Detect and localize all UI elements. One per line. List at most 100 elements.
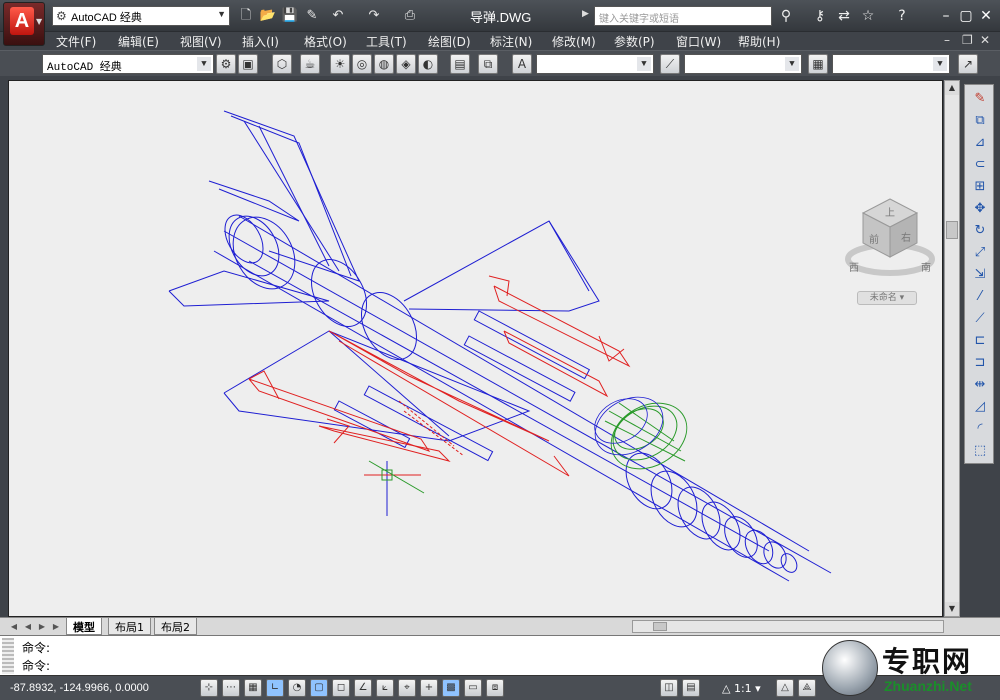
break-at-point-icon[interactable]: ⊏ [970,331,990,351]
drawing-canvas[interactable]: 上 前 右 西 南 未命名 ▾ [8,80,943,617]
polar-tracking-icon[interactable]: ◔ [288,679,306,697]
redo-icon[interactable]: ↷ [364,6,384,26]
viewcube-face-right[interactable]: 右 [901,229,911,244]
quick-properties-icon[interactable]: ▭ [464,679,482,697]
menu-insert[interactable]: 插入(I) [242,33,279,50]
auto-scale-icon[interactable]: ⟁ [798,679,816,697]
model-space-icon[interactable]: ◫ [660,679,678,697]
3d-object-snap-icon[interactable]: ◻ [332,679,350,697]
menu-view[interactable]: 视图(V) [180,33,222,50]
help-icon[interactable]: ? [892,6,912,26]
object-snap-tracking-icon[interactable]: ∠ [354,679,372,697]
cursor-coordinates[interactable]: -87.8932, -124.9966, 0.0000 [10,682,149,694]
workspace-dropdown[interactable]: AutoCAD 经典 ▼ [42,54,214,74]
table-style-icon[interactable]: ▦ [808,54,828,74]
render-window-icon[interactable]: ◐ [418,54,438,74]
save-as-icon[interactable]: ✎ [302,6,322,26]
tab-layout2[interactable]: 布局2 [154,618,197,635]
close-icon[interactable]: ✕ [976,6,996,26]
dim-style-icon[interactable]: ⟋ [660,54,680,74]
command-prompt[interactable]: 命令: [22,657,50,674]
tab-next-icon[interactable]: ▶ [36,620,48,633]
minimize-icon[interactable]: – [936,6,956,26]
scale-icon[interactable]: ⤢ [970,243,990,263]
offset-icon[interactable]: ⊂ [970,155,990,175]
viewcube[interactable]: 上 前 右 西 南 未命名 ▾ [845,191,935,305]
doc-restore-icon[interactable]: ❐ [962,33,973,47]
mirror-icon[interactable]: ⊿ [970,133,990,153]
infer-constraints-icon[interactable]: ⊹ [200,679,218,697]
exchange-icon[interactable]: ⇄ [834,6,854,26]
table-style-select[interactable]: ▼ [832,54,950,74]
save-icon[interactable]: 💾 [280,6,300,26]
transparency-icon[interactable]: ▩ [442,679,460,697]
ortho-mode-icon[interactable]: ∟ [266,679,284,697]
scroll-down-icon[interactable]: ▼ [945,602,959,616]
vertical-scrollbar[interactable]: ▲ ▼ [944,80,960,617]
material-map-icon[interactable]: ◈ [396,54,416,74]
stretch-icon[interactable]: ⇲ [970,265,990,285]
grid-display-icon[interactable]: ▦ [244,679,262,697]
menu-modify[interactable]: 修改(M) [552,33,596,50]
rotate-icon[interactable]: ↻ [970,221,990,241]
multileader-style-icon[interactable]: ↗ [958,54,978,74]
dynamic-ucs-icon[interactable]: ⟀ [376,679,394,697]
menu-tools[interactable]: 工具(T) [366,33,407,50]
trim-icon[interactable]: ⁄ [970,287,990,307]
extend-icon[interactable]: ⟋ [970,309,990,329]
copy-icon[interactable]: ⧉ [970,111,990,131]
layer-icon[interactable]: ⧉ [478,54,498,74]
named-view-menu[interactable]: 未命名 ▾ [857,291,917,305]
move-icon[interactable]: ✥ [970,199,990,219]
menu-format[interactable]: 格式(O) [304,33,347,50]
doc-close-icon[interactable]: ✕ [980,33,990,47]
tab-first-icon[interactable]: ◀ [8,620,20,633]
dim-style-select[interactable]: ▼ [684,54,802,74]
selection-cycling-icon[interactable]: ⧈ [486,679,504,697]
vertical-scroll-thumb[interactable] [946,221,958,239]
maximize-icon[interactable]: ▢ [956,6,976,26]
viewport-icon[interactable]: ▤ [450,54,470,74]
viewcube-face-top[interactable]: 上 [885,204,895,219]
3d-box-icon[interactable]: ⬡ [272,54,292,74]
join-icon[interactable]: ⇹ [970,375,990,395]
scroll-up-icon[interactable]: ▲ [945,81,959,95]
viewcube-compass-west[interactable]: 西 [849,259,859,274]
menu-dimension[interactable]: 标注(N) [490,33,532,50]
workspace-settings-icon[interactable]: ⚙ [216,54,236,74]
menu-parameters[interactable]: 参数(P) [614,33,655,50]
application-menu-button[interactable]: A ▼ [3,2,45,46]
open-folder-icon[interactable]: 📂 [258,6,278,26]
horizontal-scroll-thumb[interactable] [653,622,667,631]
viewcube-compass-south[interactable]: 南 [921,259,931,274]
snap-mode-icon[interactable]: ⋯ [222,679,240,697]
command-window-grip[interactable] [2,638,14,674]
break-icon[interactable]: ⊐ [970,353,990,373]
binoculars-icon[interactable]: ⚲ [776,6,796,26]
menu-edit[interactable]: 编辑(E) [118,33,159,50]
menu-window[interactable]: 窗口(W) [676,33,721,50]
new-file-icon[interactable]: 🗋 [236,6,256,26]
doc-minimize-icon[interactable]: – [944,33,950,47]
horizontal-scrollbar[interactable] [632,620,944,633]
clean-screen-icon[interactable]: ▣ [238,54,258,74]
star-icon[interactable]: ☆ [858,6,878,26]
array-icon[interactable]: ⊞ [970,177,990,197]
tab-prev-icon[interactable]: ◀ [22,620,34,633]
search-expand-icon[interactable]: ▶ [582,9,589,19]
chamfer-icon[interactable]: ◿ [970,397,990,417]
menu-draw[interactable]: 绘图(D) [428,33,471,50]
menu-file[interactable]: 文件(F) [56,33,96,50]
sun-light-icon[interactable]: ☀ [330,54,350,74]
workspace-select[interactable]: ⚙ AutoCAD 经典 ▼ [52,6,230,26]
annotation-visibility-icon[interactable]: △ [776,679,794,697]
erase-icon[interactable]: ✎ [970,89,990,109]
materials-icon[interactable]: ◍ [374,54,394,74]
text-style-icon[interactable]: A [512,54,532,74]
render-icon[interactable]: ◎ [352,54,372,74]
object-snap-icon[interactable]: ▢ [310,679,328,697]
tab-model[interactable]: 模型 [66,618,102,635]
undo-icon[interactable]: ↶ [328,6,348,26]
teapot-icon[interactable]: ☕ [300,54,320,74]
fillet-icon[interactable]: ◜ [970,419,990,439]
